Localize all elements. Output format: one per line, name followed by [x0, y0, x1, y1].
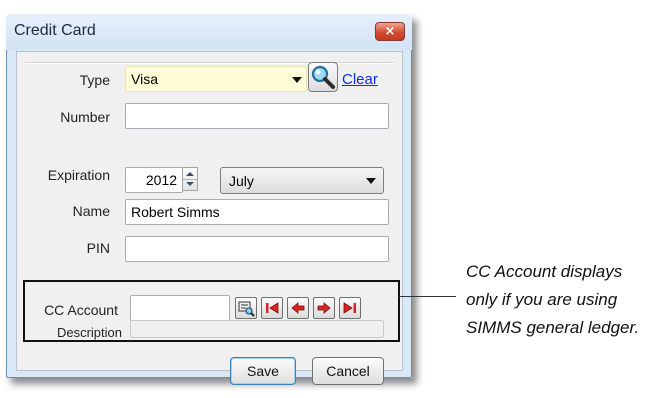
callout-line-2: only if you are using [466, 290, 618, 309]
close-button[interactable]: × [375, 22, 405, 41]
next-record-button[interactable] [313, 297, 335, 319]
account-lookup-button[interactable] [235, 297, 257, 319]
expiration-label: Expiration [47, 167, 110, 183]
callout-leader-line [399, 296, 456, 297]
chevron-down-icon [366, 178, 376, 184]
callout-line-3: SIMMS general ledger. [466, 318, 640, 337]
next-record-icon [317, 302, 331, 314]
lookup-button[interactable] [308, 62, 338, 92]
expiration-month-dropdown[interactable]: July [220, 167, 384, 194]
cancel-button[interactable]: Cancel [312, 357, 384, 385]
expiration-year-field[interactable]: 2012 [125, 167, 183, 193]
pin-label: PIN [86, 240, 110, 256]
close-icon: × [384, 24, 396, 39]
year-spinner[interactable] [182, 167, 198, 191]
spin-divider [183, 179, 197, 180]
name-label: Name [72, 203, 110, 219]
credit-card-window: Credit Card × Type Visa Clear Number Exp… [6, 14, 412, 385]
type-dropdown[interactable]: Visa [125, 66, 307, 92]
spin-down-icon[interactable] [186, 182, 194, 186]
name-value: Robert Simms [131, 204, 220, 220]
name-field[interactable]: Robert Simms [125, 199, 389, 225]
expiration-month-value: July [229, 173, 254, 189]
callout-line-1: CC Account displays [466, 262, 623, 281]
pin-field[interactable] [125, 236, 389, 262]
last-record-button[interactable] [339, 297, 361, 319]
first-record-button[interactable] [261, 297, 283, 319]
title-bar[interactable]: Credit Card × [6, 14, 412, 50]
type-value: Visa [131, 71, 158, 87]
description-field [130, 320, 384, 338]
lookup-record-icon [238, 301, 255, 317]
cc-account-label: CC Account [44, 302, 118, 318]
number-field[interactable] [125, 103, 389, 129]
expiration-year-value: 2012 [145, 172, 177, 188]
chevron-down-icon [292, 77, 302, 83]
description-label: Description [56, 325, 122, 340]
number-label: Number [60, 109, 110, 125]
save-button[interactable]: Save [230, 357, 296, 385]
window-title: Credit Card [14, 22, 96, 39]
first-record-icon [266, 302, 279, 314]
divider [25, 62, 394, 64]
last-record-icon [343, 302, 356, 314]
clear-link[interactable]: Clear [342, 71, 378, 88]
previous-record-icon [291, 302, 305, 314]
previous-record-button[interactable] [287, 297, 309, 319]
cc-account-field[interactable] [130, 295, 230, 321]
magnifier-icon [311, 65, 335, 89]
type-label: Type [79, 72, 110, 88]
spin-up-icon[interactable] [186, 172, 194, 176]
